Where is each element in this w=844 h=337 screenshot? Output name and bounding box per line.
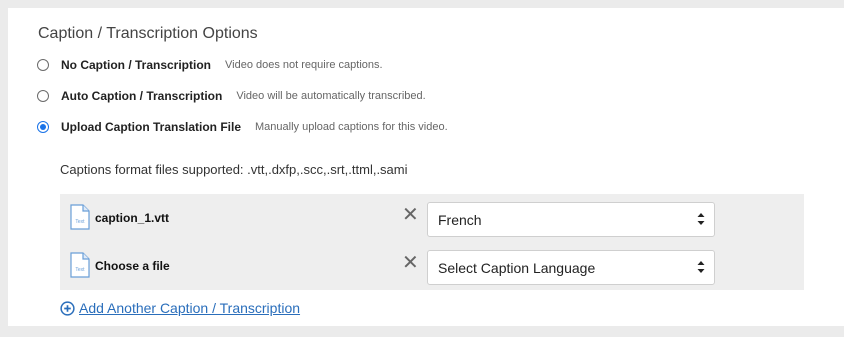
option-description: Video will be automatically transcribed. <box>236 90 426 102</box>
option-description: Video does not require captions. <box>225 59 383 71</box>
close-icon[interactable]: ✕ <box>402 253 419 273</box>
option-auto-caption[interactable]: Auto Caption / Transcription Video will … <box>37 87 426 105</box>
caption-files-list: Text caption_1.vtt ✕ French Text Choose … <box>60 194 804 290</box>
option-upload-caption[interactable]: Upload Caption Translation File Manually… <box>37 118 448 136</box>
add-caption-link[interactable]: Add Another Caption / Transcription <box>60 300 300 316</box>
choose-file-button[interactable]: Choose a file <box>95 259 170 273</box>
add-caption-label: Add Another Caption / Transcription <box>79 300 301 316</box>
svg-text:Text: Text <box>75 267 85 273</box>
select-arrows-icon <box>697 213 705 225</box>
option-label: Upload Caption Translation File <box>61 120 242 134</box>
option-description: Manually upload captions for this video. <box>255 121 448 133</box>
section-title: Caption / Transcription Options <box>38 25 258 42</box>
select-value: French <box>438 212 482 228</box>
radio-no-caption[interactable] <box>37 59 49 71</box>
svg-text:Text: Text <box>75 219 85 225</box>
file-name[interactable]: caption_1.vtt <box>95 211 169 225</box>
option-label: Auto Caption / Transcription <box>61 89 223 103</box>
supported-formats-text: Captions format files supported: .vtt,.d… <box>60 162 408 177</box>
caption-language-select[interactable]: French <box>427 202 715 237</box>
radio-upload-caption[interactable] <box>37 121 49 133</box>
option-no-caption[interactable]: No Caption / Transcription Video does no… <box>37 56 383 74</box>
caption-file-row: Text Choose a file ✕ Select Caption Lang… <box>60 242 804 290</box>
plus-circle-icon <box>60 300 75 316</box>
caption-file-row: Text caption_1.vtt ✕ French <box>60 194 804 242</box>
caption-options-panel: Caption / Transcription Options No Capti… <box>8 8 844 326</box>
select-arrows-icon <box>697 261 705 273</box>
select-value: Select Caption Language <box>438 260 596 276</box>
caption-language-select[interactable]: Select Caption Language <box>427 250 715 285</box>
close-icon[interactable]: ✕ <box>402 205 419 225</box>
text-file-icon: Text <box>70 204 90 230</box>
radio-auto-caption[interactable] <box>37 90 49 102</box>
option-label: No Caption / Transcription <box>61 58 212 72</box>
text-file-icon: Text <box>70 252 90 278</box>
